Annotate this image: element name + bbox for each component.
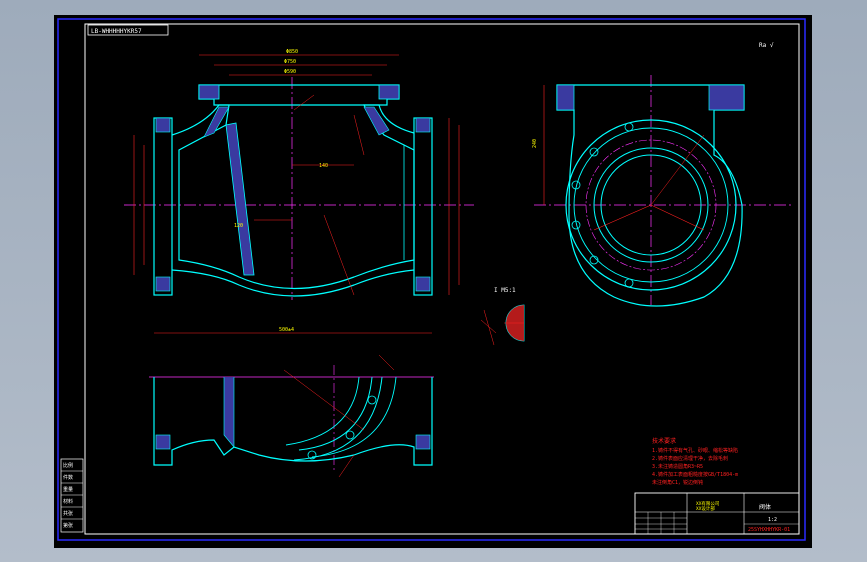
side-label-4: 共张	[63, 510, 73, 517]
note-line-4: 4.铸件加工表面粗糙度按GB/T1804-m	[652, 471, 738, 478]
side-height-dim: 240	[532, 139, 538, 148]
side-label-0: 比例	[63, 462, 73, 469]
notes-heading: 技术要求	[652, 437, 676, 445]
title-part-name: 阀体	[759, 503, 771, 511]
dim-length: 500±4	[279, 327, 294, 333]
note-line-2: 2.铸件表面应清理干净，去除毛刺	[652, 455, 728, 462]
right-flange	[413, 117, 433, 296]
note-line-3: 3.未注铸造圆角R3~R5	[652, 463, 703, 470]
side-label-2: 重量	[63, 486, 73, 493]
side-label-1: 件数	[63, 474, 73, 481]
detail-section[interactable]: I M5:1	[480, 287, 525, 346]
plan-view[interactable]	[149, 354, 434, 478]
svg-text:120: 120	[234, 223, 243, 229]
svg-text:140: 140	[319, 163, 328, 169]
top-flange	[198, 84, 400, 106]
svg-text:Φ750: Φ750	[284, 59, 296, 65]
side-label-table: 比例 件数 重量 材料 共张 第张	[60, 458, 84, 533]
note-line-5: 未注倒角C1，锐边倒钝	[652, 479, 703, 486]
title-dept: XX设计部	[696, 505, 715, 512]
code-box-text: LB-WHHHHHYKR57	[91, 28, 142, 35]
dim-top-width: Φ850	[286, 49, 298, 55]
title-drawing-no: 25SYHXHHYKR-01	[748, 527, 790, 533]
front-view[interactable]: Φ850 Φ750 Φ590 500±4 140 120	[124, 49, 474, 334]
note-line-1: 1.铸件不得有气孔、砂眼、缩松等缺陷	[652, 447, 738, 454]
drawing-sheet[interactable]: LB-WHHHHHYKR57 Ra √ 比例 件数 重量 材料 共张 第张 Φ8…	[54, 15, 812, 548]
detail-label: I M5:1	[494, 287, 516, 294]
svg-text:Φ590: Φ590	[284, 69, 296, 75]
side-view[interactable]: 240	[532, 75, 794, 307]
side-label-5: 第张	[63, 522, 73, 529]
title-scale: 1:2	[768, 517, 777, 523]
title-block[interactable]: XX有限公司 XX设计部 阀体 1:2 25SYHXHHYKR-01	[634, 492, 800, 535]
side-label-3: 材料	[63, 498, 73, 505]
title-company: XX有限公司	[696, 500, 719, 507]
technical-notes: 技术要求 1.铸件不得有气孔、砂眼、缩松等缺陷 2.铸件表面应清理干净，去除毛刺…	[652, 437, 738, 486]
roughness-symbol: Ra √	[759, 42, 774, 49]
left-flange	[153, 117, 173, 296]
